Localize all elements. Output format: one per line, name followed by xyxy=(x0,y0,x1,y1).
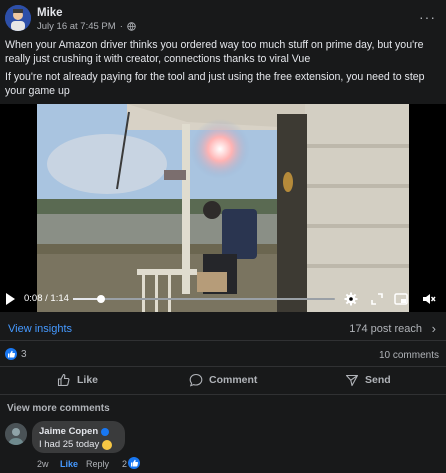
like-button[interactable]: Like xyxy=(57,373,98,387)
reaction-count[interactable]: 3 xyxy=(21,349,27,360)
comment-reaction-count[interactable]: 2 xyxy=(122,459,127,469)
video-progress-knob[interactable] xyxy=(97,295,105,303)
meta-separator: · xyxy=(119,21,123,32)
post-meta: July 16 at 7:45 PM · xyxy=(37,21,136,32)
divider xyxy=(0,394,446,395)
comment-reply-button[interactable]: Reply xyxy=(86,459,109,469)
settings-icon[interactable] xyxy=(344,292,358,306)
verified-badge-icon xyxy=(101,427,110,436)
view-insights-link[interactable]: View insights xyxy=(8,323,72,335)
thumbs-up-glyph xyxy=(8,350,16,358)
globe-icon xyxy=(127,22,136,31)
view-more-comments-link[interactable]: View more comments xyxy=(7,403,110,414)
commenter-name[interactable]: Jaime Copen xyxy=(39,426,98,437)
comment-like-button[interactable]: Like xyxy=(60,459,78,469)
more-options-icon[interactable]: ··· xyxy=(419,9,436,25)
video-progress-bar[interactable] xyxy=(73,295,335,303)
send-label: Send xyxy=(365,374,391,386)
comments-count[interactable]: 10 comments xyxy=(379,350,439,361)
thumbs-up-reaction-icon[interactable] xyxy=(5,348,17,360)
author-name[interactable]: Mike xyxy=(37,7,63,19)
play-icon[interactable] xyxy=(6,293,15,305)
post-text-paragraph-1: When your Amazon driver thinks you order… xyxy=(5,39,424,65)
video-player[interactable]: 0:08 / 1:14 xyxy=(0,104,446,312)
video-frame xyxy=(37,104,409,312)
post-text-paragraph-2: If you're not already paying for the too… xyxy=(5,71,425,97)
comment-button[interactable]: Comment xyxy=(189,373,257,387)
comment-text: I had 25 today xyxy=(39,439,100,450)
divider xyxy=(0,366,446,367)
grinning-face-emoji-icon xyxy=(102,439,113,450)
video-controls: 0:08 / 1:14 xyxy=(0,286,446,312)
video-frame-image xyxy=(37,104,409,312)
video-time: 0:08 / 1:14 xyxy=(24,293,69,304)
comment-content: I had 25 today xyxy=(39,439,113,450)
comment-age: 2w xyxy=(37,459,49,469)
pip-icon[interactable] xyxy=(394,292,408,306)
comment-icon xyxy=(189,373,203,387)
post-reach[interactable]: 174 post reach xyxy=(349,323,422,335)
commenter-avatar[interactable] xyxy=(5,423,27,445)
send-icon xyxy=(345,374,359,387)
like-label: Like xyxy=(77,374,99,386)
thumbs-up-glyph xyxy=(131,459,139,467)
mute-icon[interactable] xyxy=(422,292,436,306)
like-icon xyxy=(57,373,70,387)
commenter-info: Jaime Copen xyxy=(39,426,110,437)
send-button[interactable]: Send xyxy=(345,373,391,387)
commenter-avatar-image xyxy=(5,423,27,445)
avatar-image xyxy=(5,5,31,31)
post-timestamp[interactable]: July 16 at 7:45 PM xyxy=(37,21,116,32)
chevron-right-icon[interactable]: › xyxy=(432,321,436,336)
comment-reaction-icon[interactable] xyxy=(128,457,140,469)
fullscreen-icon[interactable] xyxy=(370,292,384,306)
author-avatar[interactable] xyxy=(5,5,31,31)
divider xyxy=(0,340,446,341)
comment-label: Comment xyxy=(209,374,258,386)
